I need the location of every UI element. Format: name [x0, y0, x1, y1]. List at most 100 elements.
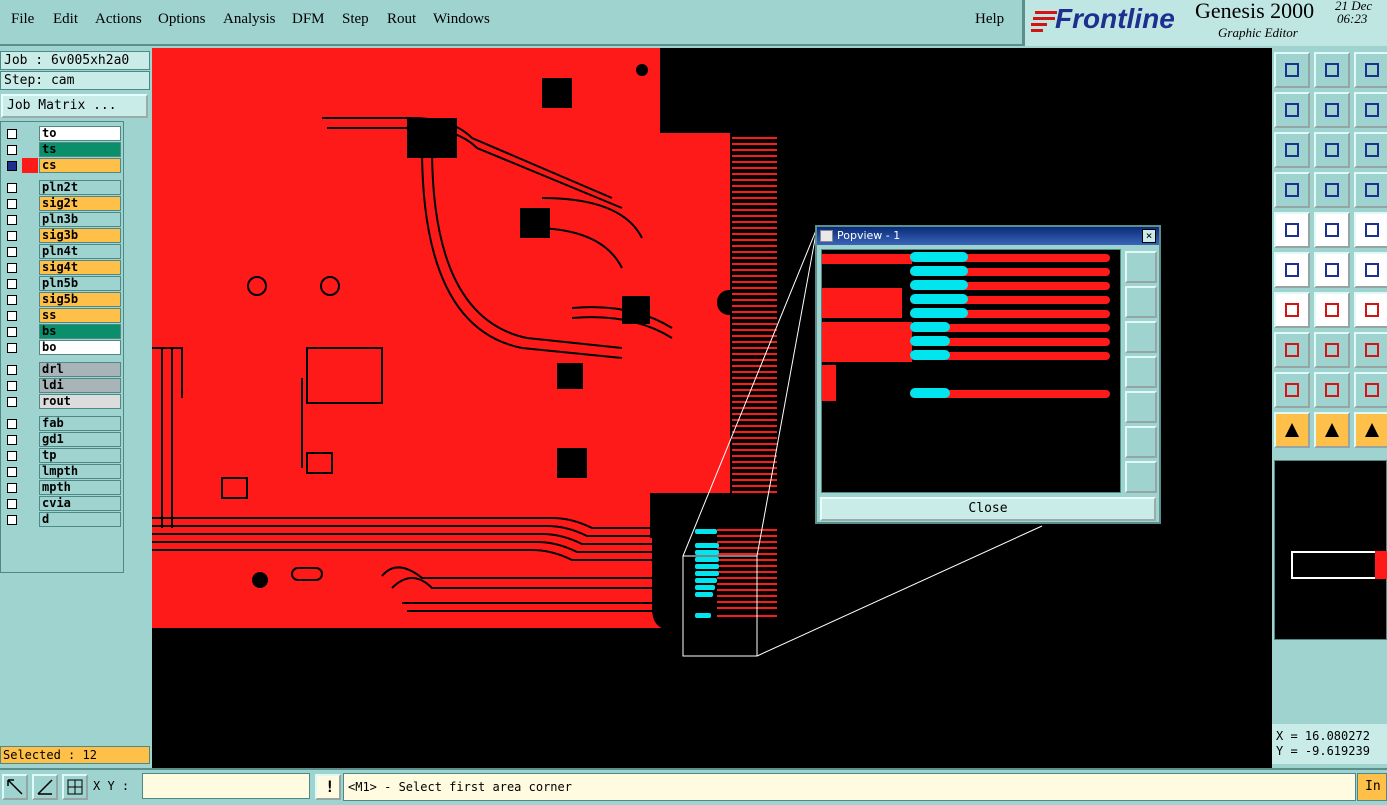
- layer-row[interactable]: to: [4, 126, 121, 141]
- layers-icon[interactable]: [1354, 172, 1387, 208]
- layer-checkbox[interactable]: [7, 451, 17, 461]
- snap-icon[interactable]: [1314, 172, 1350, 208]
- layer-name[interactable]: ss: [39, 308, 121, 323]
- select-poly-icon[interactable]: [1354, 412, 1387, 448]
- layer-checkbox[interactable]: [7, 435, 17, 445]
- pad-snap-icon[interactable]: [1274, 332, 1310, 368]
- xy-input[interactable]: [142, 773, 310, 799]
- fit-profile-icon[interactable]: [1314, 132, 1350, 168]
- pop-zoom-in-icon[interactable]: [1125, 426, 1157, 458]
- pop-left-icon[interactable]: [1125, 356, 1157, 388]
- pop-up-icon[interactable]: [1125, 286, 1157, 318]
- menu-windows[interactable]: Windows: [433, 11, 490, 28]
- slope-icon[interactable]: [1274, 292, 1310, 328]
- layer-name[interactable]: lmpth: [39, 464, 121, 479]
- layer-checkbox[interactable]: [7, 183, 17, 193]
- center-icon[interactable]: [1314, 332, 1350, 368]
- layer-name[interactable]: gd1: [39, 432, 121, 447]
- layer-name[interactable]: tp: [39, 448, 121, 463]
- layer-row[interactable]: pln2t: [4, 180, 121, 195]
- layer-name[interactable]: fab: [39, 416, 121, 431]
- menu-help[interactable]: Help: [975, 11, 1004, 28]
- layer-name[interactable]: pln4t: [39, 244, 121, 259]
- measure-icon[interactable]: [1274, 172, 1310, 208]
- pan-left-icon[interactable]: [1274, 92, 1310, 128]
- layer-row[interactable]: ts: [4, 142, 121, 157]
- layer-name[interactable]: mpth: [39, 480, 121, 495]
- overview-canvas[interactable]: [1274, 460, 1387, 640]
- letter-a-icon[interactable]: [1354, 372, 1387, 408]
- layer-name[interactable]: sig2t: [39, 196, 121, 211]
- menu-actions[interactable]: Actions: [95, 11, 142, 28]
- layer-row[interactable]: mpth: [4, 480, 121, 495]
- in-button[interactable]: In: [1357, 773, 1387, 801]
- menu-edit[interactable]: Edit: [53, 11, 78, 28]
- layer-row[interactable]: lmpth: [4, 464, 121, 479]
- layer-row[interactable]: bo: [4, 340, 121, 355]
- pop-down-icon[interactable]: [1125, 321, 1157, 353]
- layer-row[interactable]: sig2t: [4, 196, 121, 211]
- popview-canvas[interactable]: [821, 249, 1121, 493]
- arc-ccw-icon[interactable]: [1354, 292, 1387, 328]
- layer-checkbox[interactable]: [7, 483, 17, 493]
- layer-row[interactable]: ldi: [4, 378, 121, 393]
- select-box-icon[interactable]: [1314, 412, 1350, 448]
- layer-name[interactable]: sig4t: [39, 260, 121, 275]
- layer-checkbox[interactable]: [7, 515, 17, 525]
- pad-icon[interactable]: [1274, 212, 1310, 248]
- layer-checkbox[interactable]: [7, 161, 17, 171]
- layer-name[interactable]: pln3b: [39, 212, 121, 227]
- job-matrix-button[interactable]: Job Matrix ...: [1, 94, 148, 118]
- zoom-window-icon[interactable]: [1314, 52, 1350, 88]
- layer-checkbox[interactable]: [7, 145, 17, 155]
- menu-file[interactable]: File: [11, 11, 34, 28]
- layer-name[interactable]: ts: [39, 142, 121, 157]
- layer-checkbox[interactable]: [7, 199, 17, 209]
- layer-checkbox[interactable]: [7, 311, 17, 321]
- layer-name[interactable]: pln2t: [39, 180, 121, 195]
- layer-checkbox[interactable]: [7, 397, 17, 407]
- layer-row[interactable]: pln4t: [4, 244, 121, 259]
- layer-row[interactable]: cvia: [4, 496, 121, 511]
- layer-row[interactable]: rout: [4, 394, 121, 409]
- layer-checkbox[interactable]: [7, 247, 17, 257]
- layer-name[interactable]: drl: [39, 362, 121, 377]
- layer-name[interactable]: cvia: [39, 496, 121, 511]
- pop-right-icon[interactable]: [1125, 391, 1157, 423]
- layer-row[interactable]: fab: [4, 416, 121, 431]
- layer-row[interactable]: bs: [4, 324, 121, 339]
- node-icon[interactable]: [1274, 252, 1310, 288]
- pop-zoom-out-icon[interactable]: [1125, 461, 1157, 493]
- menu-dfm[interactable]: DFM: [292, 11, 325, 28]
- layer-name[interactable]: d: [39, 512, 121, 527]
- layer-checkbox[interactable]: [7, 263, 17, 273]
- layer-checkbox[interactable]: [7, 279, 17, 289]
- diagonal-icon[interactable]: [1314, 292, 1350, 328]
- menu-rout[interactable]: Rout: [387, 11, 416, 28]
- layer-checkbox[interactable]: [7, 295, 17, 305]
- layer-row[interactable]: cs: [4, 158, 121, 173]
- window-menu-icon[interactable]: [820, 230, 833, 242]
- layer-checkbox[interactable]: [7, 343, 17, 353]
- layer-row[interactable]: sig5b: [4, 292, 121, 307]
- layer-name[interactable]: pln5b: [39, 276, 121, 291]
- menu-analysis[interactable]: Analysis: [223, 11, 276, 28]
- layer-checkbox[interactable]: [7, 365, 17, 375]
- intersect-icon[interactable]: [1314, 252, 1350, 288]
- triangle-icon[interactable]: [1274, 372, 1310, 408]
- layer-checkbox[interactable]: [7, 231, 17, 241]
- layer-name[interactable]: ldi: [39, 378, 121, 393]
- popview-close-button[interactable]: Close: [820, 497, 1156, 521]
- layer-checkbox[interactable]: [7, 467, 17, 477]
- popview-titlebar[interactable]: Popview - 1: [817, 227, 1159, 245]
- layer-name[interactable]: bo: [39, 340, 121, 355]
- layer-checkbox[interactable]: [7, 327, 17, 337]
- layer-checkbox[interactable]: [7, 129, 17, 139]
- home-icon[interactable]: [1354, 52, 1387, 88]
- grid-icon[interactable]: [1354, 332, 1387, 368]
- line-icon[interactable]: [1314, 212, 1350, 248]
- layer-row[interactable]: drl: [4, 362, 121, 377]
- layer-name[interactable]: to: [39, 126, 121, 141]
- scale-1to2-icon[interactable]: [1354, 132, 1387, 168]
- ruler-icon[interactable]: [1354, 212, 1387, 248]
